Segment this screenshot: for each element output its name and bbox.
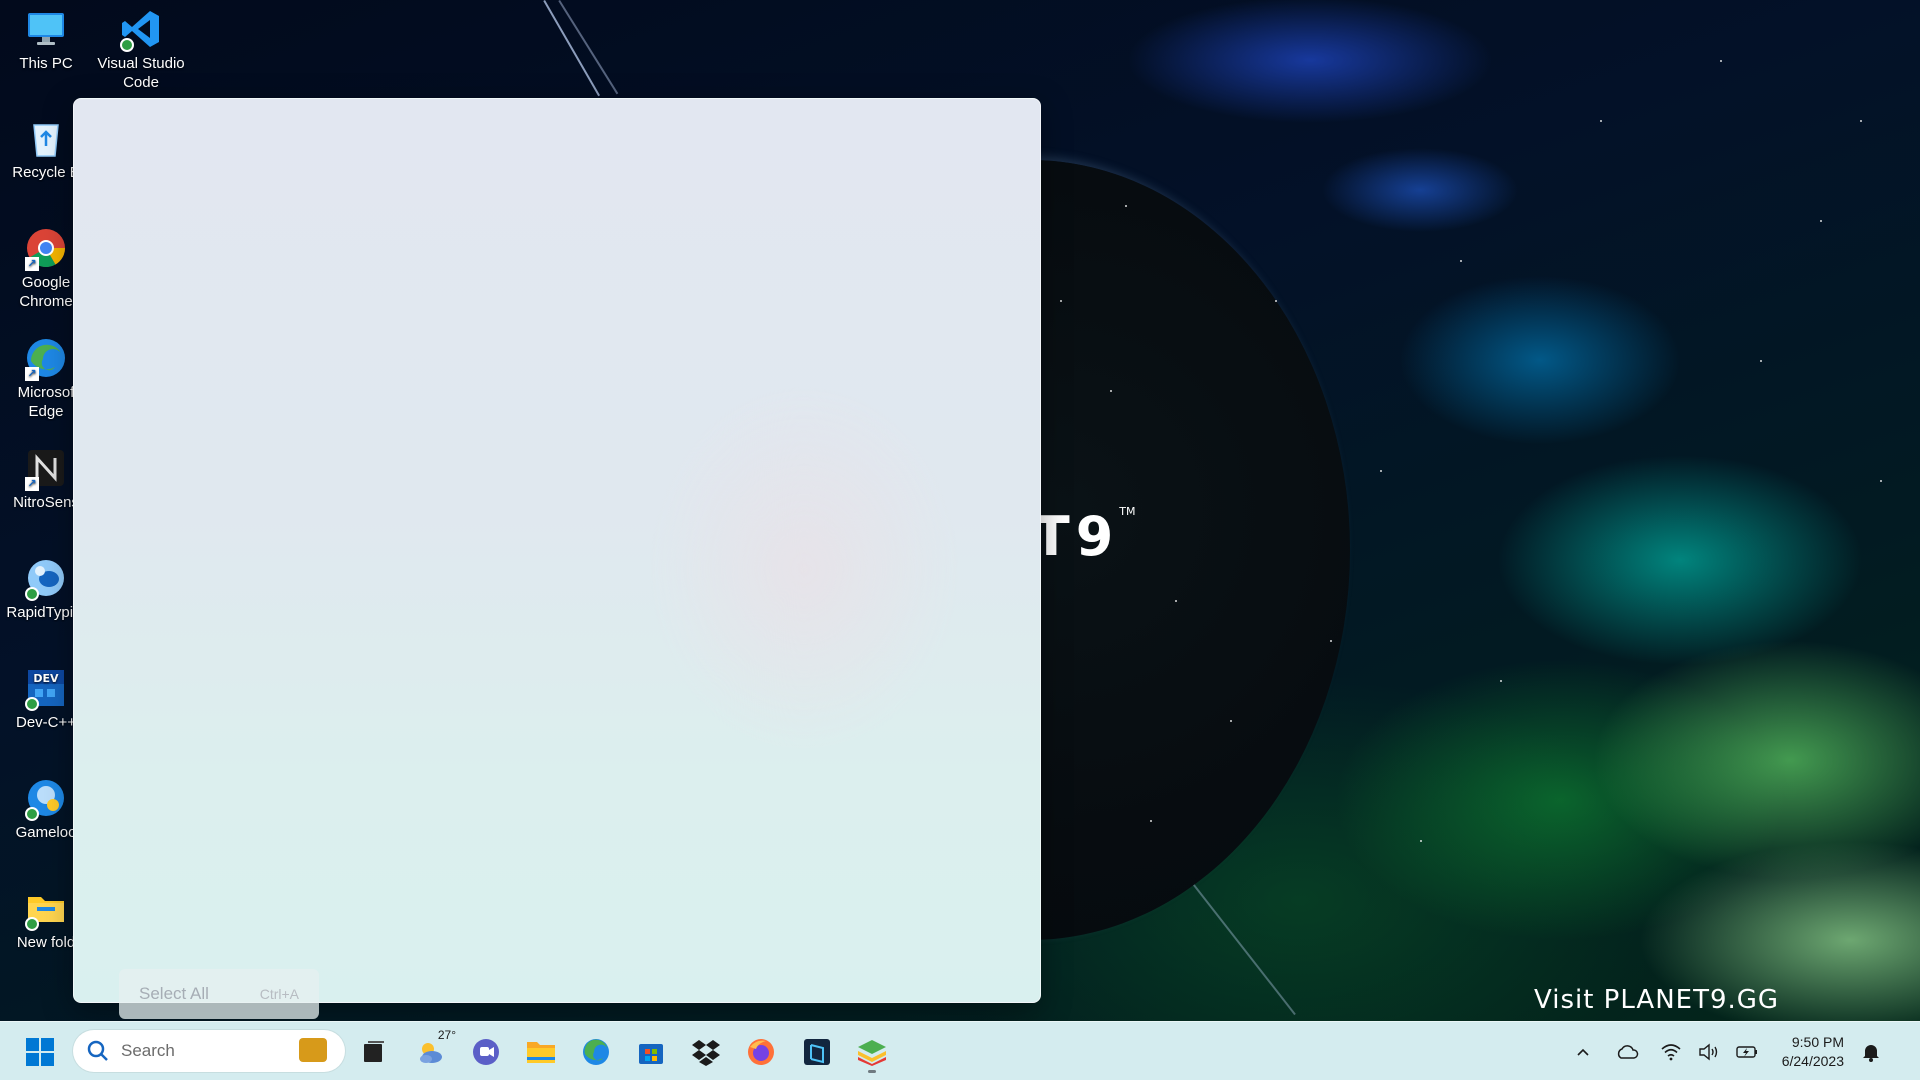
teams-chat-button[interactable] — [464, 1030, 508, 1074]
terminal-app-icon — [804, 1039, 830, 1065]
bluestacks-button[interactable] — [850, 1030, 894, 1074]
edge-taskbar-button[interactable] — [574, 1030, 618, 1074]
teams-chat-icon — [473, 1039, 499, 1065]
bluestacks-icon — [858, 1040, 886, 1066]
taskbar: Search 27° 9:50 PM 6/24/2023 — [0, 1021, 1920, 1080]
start-button[interactable] — [18, 1030, 62, 1074]
dropbox-button[interactable] — [684, 1030, 728, 1074]
star — [1175, 600, 1177, 602]
file-explorer-button[interactable] — [519, 1030, 563, 1074]
gameloop-icon — [25, 777, 67, 821]
taskbar-clock[interactable]: 9:50 PM 6/24/2023 — [1782, 1033, 1844, 1071]
onedrive-tray-button[interactable] — [1612, 1037, 1642, 1067]
star — [1230, 720, 1232, 722]
star — [1860, 120, 1862, 122]
light-beam — [1183, 872, 1296, 1016]
nitrosense-icon: ↗ — [25, 447, 67, 491]
vscode-icon — [120, 8, 162, 52]
star — [1060, 300, 1062, 302]
star — [1460, 260, 1462, 262]
terminal-app-button[interactable] — [795, 1030, 839, 1074]
recycle-bin-icon — [25, 117, 67, 159]
store-button[interactable] — [629, 1030, 673, 1074]
star — [1330, 640, 1332, 642]
clock-time: 9:50 PM — [1791, 1033, 1844, 1050]
star — [1880, 480, 1882, 482]
edge-icon — [583, 1039, 609, 1065]
menu-item-select-all[interactable]: Select All Ctrl+A — [119, 969, 319, 1019]
star — [1420, 840, 1422, 842]
battery-tray-button[interactable] — [1732, 1037, 1762, 1067]
clock-date: 6/24/2023 — [1781, 1052, 1844, 1069]
select-all-label: Select All — [139, 984, 209, 1003]
star — [1275, 300, 1277, 302]
context-menu-panel: Select All Ctrl+A — [73, 98, 1041, 1019]
star — [1820, 220, 1822, 222]
monitor-icon — [25, 8, 67, 50]
star — [1500, 680, 1502, 682]
svg-text:DEV: DEV — [33, 672, 59, 685]
chevron-up-icon — [1577, 1048, 1589, 1056]
rapidtyping-icon — [25, 557, 67, 601]
network-tray-button[interactable] — [1656, 1037, 1686, 1067]
star — [1150, 820, 1152, 822]
taskbar-search-box[interactable]: Search — [73, 1030, 345, 1072]
search-placeholder: Search — [121, 1041, 175, 1060]
start-icon — [26, 1038, 54, 1066]
search-highlight-icon — [299, 1038, 327, 1062]
weather-temp: 27° — [437, 1028, 456, 1042]
chrome-icon: ↗ — [25, 227, 67, 271]
light-beam — [543, 0, 600, 97]
folder-icon — [25, 887, 67, 931]
star — [1720, 60, 1722, 62]
dropbox-icon — [692, 1040, 720, 1066]
widgets-weather-button[interactable]: 27° — [410, 1028, 456, 1074]
edge-icon: ↗ — [25, 337, 67, 381]
star — [1600, 120, 1602, 122]
firefox-button[interactable] — [739, 1030, 783, 1074]
desktop-icon-visual-studio-code[interactable]: Visual Studio Code — [94, 8, 188, 92]
devcpp-icon: DEV — [25, 667, 67, 711]
firefox-icon — [748, 1039, 774, 1065]
volume-tray-button[interactable] — [1694, 1037, 1724, 1067]
speaker-icon — [1699, 1043, 1717, 1060]
notifications-button[interactable] — [1856, 1037, 1886, 1067]
battery-charging-icon — [1736, 1045, 1757, 1058]
cloud-icon — [1617, 1044, 1638, 1059]
bell-icon — [1863, 1044, 1879, 1062]
running-indicator — [868, 1070, 876, 1073]
select-all-shortcut: Ctrl+A — [259, 986, 299, 1002]
system-tray: 9:50 PM 6/24/2023 — [1564, 1022, 1890, 1080]
search-icon — [87, 1040, 108, 1061]
task-view-button[interactable] — [352, 1030, 396, 1074]
show-hidden-icons-button[interactable] — [1568, 1037, 1598, 1067]
star — [1760, 360, 1762, 362]
desktop-icon-this-pc[interactable]: This PC — [0, 8, 93, 73]
star — [1110, 390, 1112, 392]
store-icon — [639, 1044, 663, 1064]
task-view-icon — [364, 1041, 384, 1062]
star — [1125, 205, 1127, 207]
visit-planet9-text: Visit PLANET9.GG — [1534, 985, 1780, 1015]
star — [1380, 470, 1382, 472]
wifi-icon — [1661, 1043, 1681, 1060]
file-explorer-icon — [527, 1042, 555, 1063]
